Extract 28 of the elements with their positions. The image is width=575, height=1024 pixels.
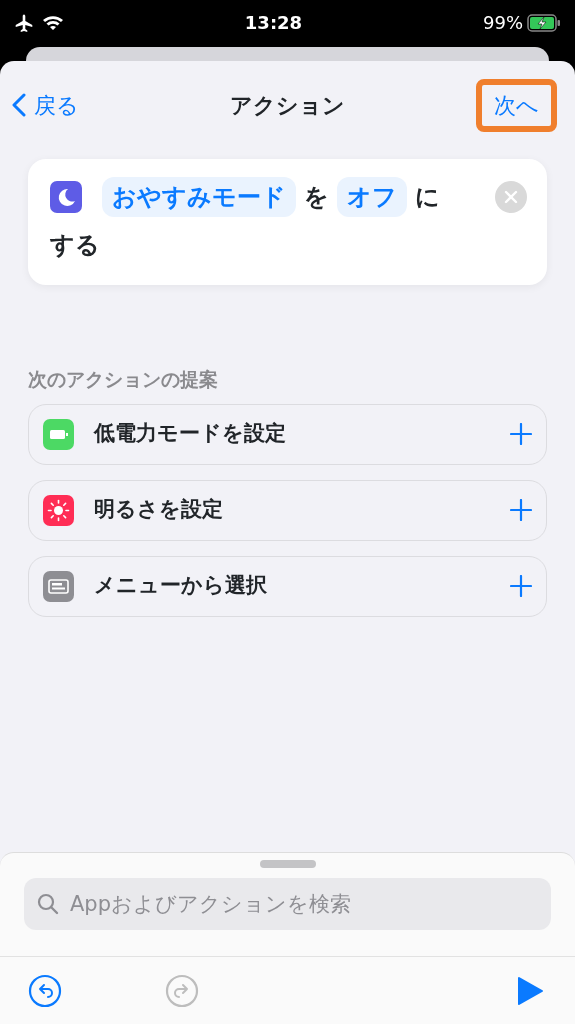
battery-percentage: 99%: [483, 11, 523, 35]
screen-title: アクション: [230, 91, 345, 120]
battery-icon: [527, 13, 561, 32]
plus-icon[interactable]: [510, 499, 532, 521]
drag-handle[interactable]: [259, 860, 316, 868]
suggestion-row[interactable]: 低電力モードを設定: [28, 403, 547, 465]
suggestion-label: メニューから選択: [94, 572, 268, 600]
search-icon: [36, 892, 60, 916]
suggestion-label: 低電力モードを設定: [94, 420, 287, 448]
section-header: 次のアクションの提案: [28, 367, 219, 392]
plus-icon[interactable]: [510, 575, 532, 597]
back-button[interactable]: 戻る: [12, 88, 79, 122]
wifi-icon: [42, 13, 64, 32]
next-button[interactable]: 次へ: [476, 78, 557, 132]
action-text: を: [304, 182, 329, 213]
action-text: する: [50, 230, 100, 261]
plus-icon[interactable]: [510, 423, 532, 445]
suggestion-row[interactable]: メニューから選択: [28, 555, 547, 617]
suggestion-row[interactable]: 明るさを設定: [28, 479, 547, 541]
chevron-left-icon[interactable]: [12, 93, 26, 117]
parameter-token[interactable]: おやすみモード: [102, 177, 296, 217]
status-time: 13:28: [244, 11, 303, 35]
search-field[interactable]: Appおよびアクションを検索: [24, 878, 551, 930]
undo-button[interactable]: [28, 973, 62, 1008]
suggestion-label: 明るさを設定: [94, 496, 224, 524]
airplane-icon: [14, 12, 34, 33]
action-text: に: [415, 182, 440, 213]
parameter-token[interactable]: オフ: [337, 177, 407, 217]
